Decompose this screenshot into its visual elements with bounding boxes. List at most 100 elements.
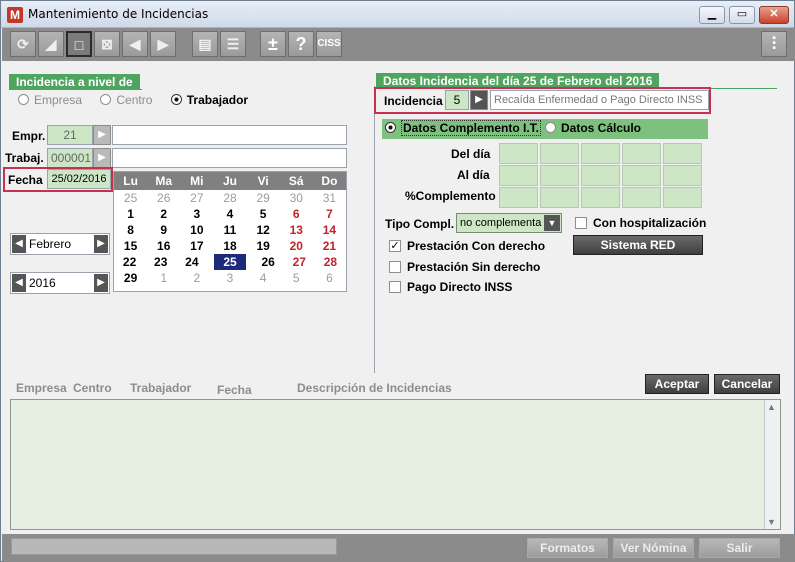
grid-cell[interactable]: [499, 187, 538, 208]
grid-cell[interactable]: [540, 187, 579, 208]
ver-nomina-button[interactable]: Ver Nómina: [613, 538, 694, 558]
calendar-day-selected[interactable]: 25: [214, 254, 246, 270]
calendar-day[interactable]: 29: [114, 270, 147, 286]
calendar-day[interactable]: 28: [315, 254, 346, 270]
calendar-day[interactable]: 7: [313, 206, 346, 222]
empr-field[interactable]: 21: [47, 125, 93, 145]
calendar-day[interactable]: 24: [176, 254, 207, 270]
calendar-day[interactable]: 1: [147, 270, 180, 286]
calendar-day[interactable]: 2: [147, 206, 180, 222]
fecha-field[interactable]: 25/02/2016: [47, 169, 111, 189]
grid-cell[interactable]: [663, 143, 702, 164]
calendar-day[interactable]: 8: [114, 222, 147, 238]
sistema-red-button[interactable]: Sistema RED: [573, 235, 703, 255]
calendar-day[interactable]: 25: [114, 190, 147, 206]
sin-derecho-checkbox[interactable]: [389, 261, 401, 273]
grid-cell[interactable]: [622, 187, 661, 208]
incidencia-lookup-button[interactable]: ▶: [470, 90, 488, 110]
calendar-day[interactable]: 16: [147, 238, 180, 254]
grid-cell[interactable]: [581, 143, 620, 164]
calendar-day[interactable]: 22: [114, 254, 145, 270]
minimize-button[interactable]: ▁: [699, 6, 725, 24]
empr-lookup-button[interactable]: ▶: [93, 125, 111, 145]
calendar-day[interactable]: 21: [313, 238, 346, 254]
grid-cell[interactable]: [499, 143, 538, 164]
grid-cell[interactable]: [540, 165, 579, 186]
hospitalizacion-checkbox[interactable]: [575, 217, 587, 229]
calendar-day[interactable]: 3: [213, 270, 246, 286]
calendar-day[interactable]: 4: [213, 206, 246, 222]
calendar-day[interactable]: 5: [247, 206, 280, 222]
salir-button[interactable]: Salir: [699, 538, 780, 558]
calendar-day[interactable]: 14: [313, 222, 346, 238]
calendar-day[interactable]: 27: [180, 190, 213, 206]
select-icon[interactable]: □: [66, 31, 92, 57]
cancelar-button[interactable]: Cancelar: [714, 374, 780, 394]
calendar-day[interactable]: 12: [247, 222, 280, 238]
con-derecho-checkbox[interactable]: ✓: [389, 240, 401, 252]
calendar-day[interactable]: 11: [213, 222, 246, 238]
tipo-compl-select[interactable]: no complementa ▼: [456, 213, 562, 233]
radio-empresa[interactable]: Empresa: [18, 93, 82, 107]
grid-cell[interactable]: [663, 187, 702, 208]
edit-icon[interactable]: ◢: [38, 31, 64, 57]
list-scrollbar[interactable]: ▲ ▼: [764, 400, 780, 529]
help-icon[interactable]: ?: [288, 31, 314, 57]
scroll-up-icon[interactable]: ▲: [767, 402, 776, 412]
calendar-day[interactable]: 26: [147, 190, 180, 206]
calendar-day[interactable]: 18: [213, 238, 246, 254]
next-month-icon[interactable]: ▶: [94, 235, 108, 253]
calendar-day[interactable]: 28: [213, 190, 246, 206]
calendar-day[interactable]: 6: [313, 270, 346, 286]
refresh-icon[interactable]: ⟳: [10, 31, 36, 57]
print-icon[interactable]: ▤: [192, 31, 218, 57]
plus-minus-icon[interactable]: ±: [260, 31, 286, 57]
grid-cell[interactable]: [622, 165, 661, 186]
calendar-day[interactable]: 10: [180, 222, 213, 238]
pago-directo-checkbox[interactable]: [389, 281, 401, 293]
calendar-day[interactable]: 29: [247, 190, 280, 206]
calendar-day[interactable]: 15: [114, 238, 147, 254]
aceptar-button[interactable]: Aceptar: [645, 374, 709, 394]
calendar-day[interactable]: 9: [147, 222, 180, 238]
radio-centro[interactable]: Centro: [100, 93, 152, 107]
delete-icon[interactable]: ⊠: [94, 31, 120, 57]
grid-cell[interactable]: [663, 165, 702, 186]
previous-icon[interactable]: ◀: [122, 31, 148, 57]
trabaj-field[interactable]: 000001: [47, 148, 93, 168]
incidencias-list[interactable]: ▲ ▼: [10, 399, 781, 530]
grid-cell[interactable]: [540, 143, 579, 164]
calendar-day[interactable]: 23: [145, 254, 176, 270]
maximize-button[interactable]: ▭: [729, 6, 755, 24]
calendar-day[interactable]: 26: [253, 254, 284, 270]
tab-datos-complemento[interactable]: Datos Complemento I.T.: [385, 120, 542, 136]
calendar-day[interactable]: 30: [280, 190, 313, 206]
calendar-day[interactable]: 19: [247, 238, 280, 254]
grid-cell[interactable]: [499, 165, 538, 186]
calendar-day[interactable]: 13: [280, 222, 313, 238]
settings-sliders-icon[interactable]: ⫶: [761, 31, 787, 57]
chevron-down-icon[interactable]: ▼: [544, 215, 560, 231]
prev-year-icon[interactable]: ◀: [12, 274, 26, 292]
calendar-day[interactable]: 3: [180, 206, 213, 222]
calendar-day[interactable]: 31: [313, 190, 346, 206]
calendar-day[interactable]: 4: [247, 270, 280, 286]
calendar-day[interactable]: 20: [280, 238, 313, 254]
formatos-button[interactable]: Formatos: [527, 538, 608, 558]
grid-cell[interactable]: [581, 187, 620, 208]
scroll-down-icon[interactable]: ▼: [767, 517, 776, 527]
incidencia-code-field[interactable]: 5: [445, 90, 469, 110]
calendar-day[interactable]: 6: [280, 206, 313, 222]
calendar-day[interactable]: 1: [114, 206, 147, 222]
close-button[interactable]: ✕: [759, 6, 789, 24]
grid-cell[interactable]: [581, 165, 620, 186]
trabaj-lookup-button[interactable]: ▶: [93, 148, 111, 168]
calendar-day[interactable]: 2: [180, 270, 213, 286]
radio-trabajador[interactable]: Trabajador: [170, 93, 248, 107]
next-year-icon[interactable]: ▶: [94, 274, 108, 292]
calendar-day[interactable]: 17: [180, 238, 213, 254]
next-icon[interactable]: ▶: [150, 31, 176, 57]
ciss-button[interactable]: CISS: [316, 31, 342, 57]
grid-cell[interactable]: [622, 143, 661, 164]
calendar-day[interactable]: 5: [280, 270, 313, 286]
